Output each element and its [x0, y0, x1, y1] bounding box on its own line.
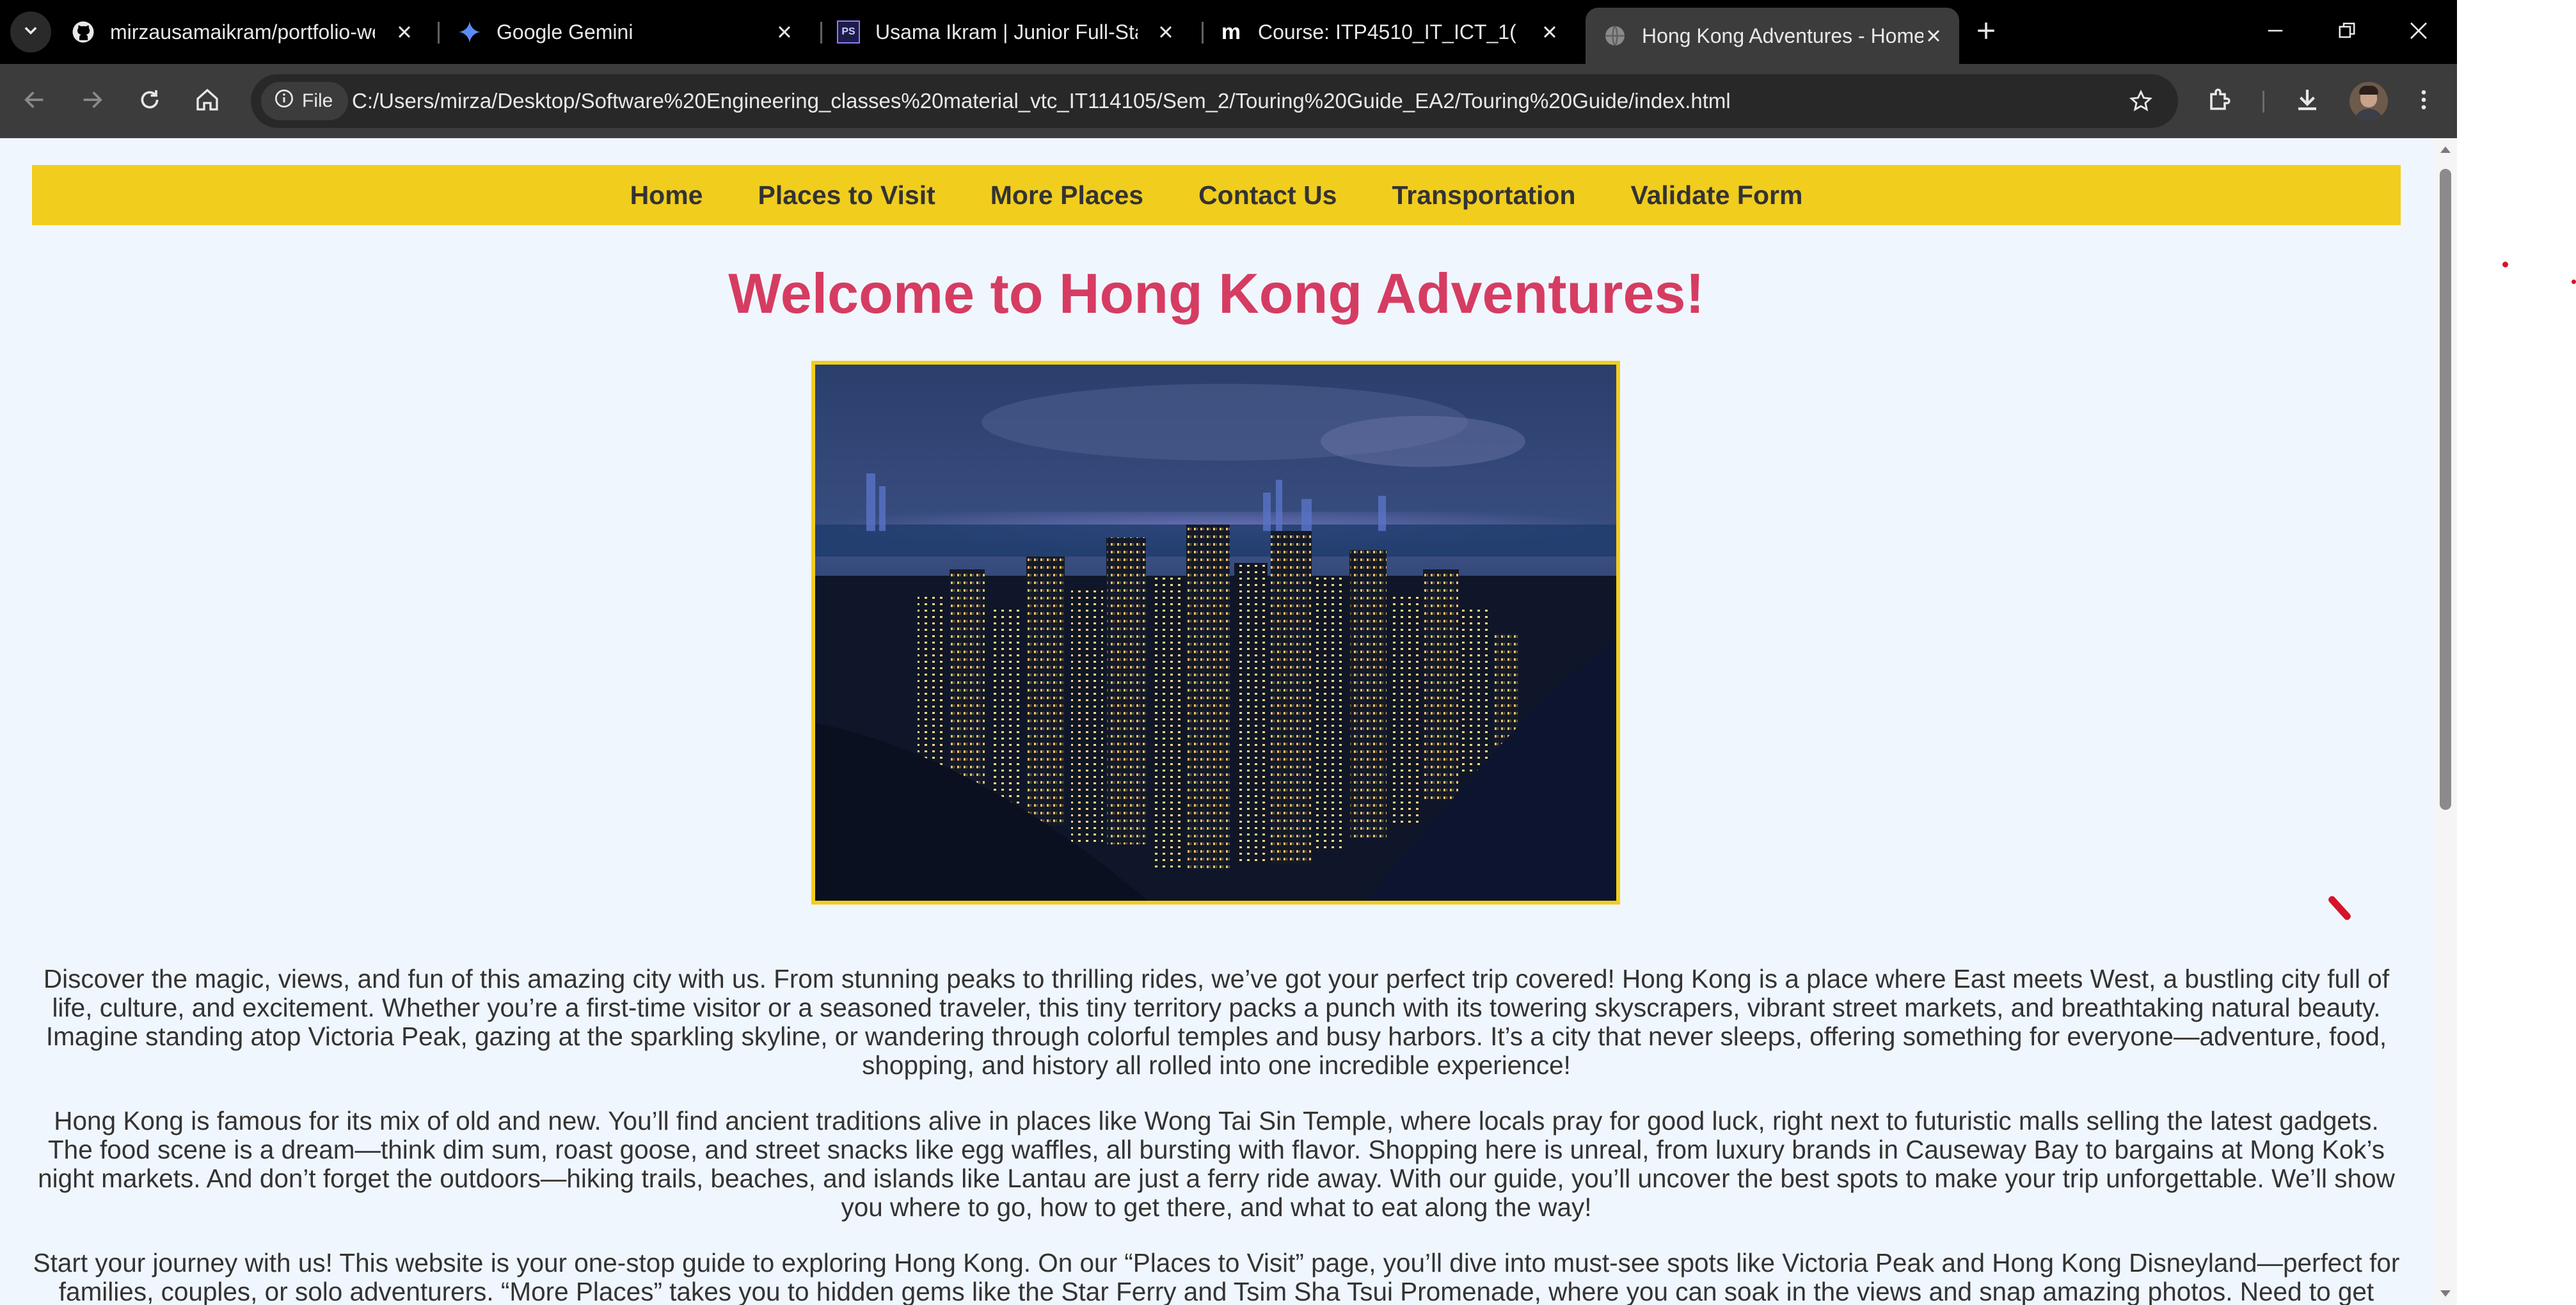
tab-title: mirzausamaikram/portfolio-wel — [110, 20, 375, 44]
close-icon[interactable] — [394, 22, 415, 42]
gemini-icon — [458, 20, 481, 44]
close-icon[interactable] — [1156, 22, 1176, 42]
github-icon — [72, 20, 95, 44]
close-icon[interactable] — [1539, 22, 1560, 42]
site-nav: Home Places to Visit More Places Contact… — [32, 165, 2401, 225]
tab-portfolio[interactable]: PS Usama Ikram | Junior Full-Stack — [837, 10, 1191, 54]
nav-more-places-link[interactable]: More Places — [990, 180, 1143, 210]
toolbar-divider — [2262, 91, 2264, 113]
red-dot — [2502, 262, 2508, 267]
hong-kong-skyline-image — [811, 361, 1620, 905]
scroll-down-icon[interactable] — [2439, 1287, 2452, 1300]
minimize-icon — [2266, 21, 2285, 44]
browser-toolbar: File C:/Users/mirza/Desktop/Software%20E… — [0, 64, 2457, 138]
tab-gemini[interactable]: Google Gemini — [458, 10, 810, 54]
page-viewport: Home Places to Visit More Places Contact… — [0, 138, 2434, 1305]
tab-title: Course: ITP4510_IT_ICT_1( Data — [1258, 20, 1520, 44]
scrollbar-thumb[interactable] — [2440, 169, 2451, 810]
bookmark-star-icon[interactable] — [2127, 87, 2155, 115]
more-vertical-icon — [2411, 87, 2437, 116]
info-icon — [274, 88, 294, 114]
browser-menu-button[interactable] — [2405, 82, 2443, 120]
plus-icon — [1975, 20, 1997, 45]
arrow-right-icon — [79, 87, 105, 116]
site-info-label: File — [302, 90, 333, 111]
extensions-button[interactable] — [2201, 82, 2239, 120]
scroll-up-icon[interactable] — [2439, 143, 2452, 156]
tab-github[interactable]: mirzausamaikram/portfolio-wel — [72, 10, 430, 54]
tab-title: Usama Ikram | Junior Full-Stack — [875, 20, 1138, 44]
page-scrollbar[interactable] — [2434, 138, 2457, 1305]
close-icon[interactable] — [774, 22, 795, 42]
restore-icon — [2337, 21, 2357, 44]
close-icon — [2408, 20, 2429, 44]
arrow-left-icon — [22, 87, 47, 116]
close-icon[interactable] — [1923, 26, 1944, 46]
desktop-background — [2457, 0, 2576, 1305]
restore-button[interactable] — [2330, 15, 2364, 49]
tab-divider — [820, 22, 822, 44]
back-button[interactable] — [15, 82, 54, 120]
downloads-button[interactable] — [2288, 82, 2326, 120]
tab-search-button[interactable] — [10, 12, 51, 52]
reload-button[interactable] — [131, 82, 169, 120]
nav-places-link[interactable]: Places to Visit — [758, 180, 935, 210]
minimize-button[interactable] — [2259, 15, 2292, 49]
profile-avatar[interactable] — [2349, 82, 2388, 120]
tab-title: Google Gemini — [497, 20, 633, 44]
nav-home-link[interactable]: Home — [630, 180, 703, 210]
reload-icon — [137, 87, 163, 116]
home-icon — [195, 87, 220, 116]
chevron-down-icon — [22, 22, 40, 43]
tab-divider — [438, 22, 440, 44]
close-window-button[interactable] — [2402, 15, 2435, 49]
tab-title: Hong Kong Adventures - Home — [1642, 24, 1923, 47]
ps-icon: PS — [837, 20, 860, 44]
new-tab-button[interactable] — [1971, 17, 2001, 47]
download-icon — [2294, 86, 2321, 116]
nav-contact-link[interactable]: Contact Us — [1198, 180, 1337, 210]
forward-button[interactable] — [73, 82, 111, 120]
page-title: Welcome to Hong Kong Adventures! — [728, 262, 1705, 325]
site-info-button[interactable]: File — [261, 82, 349, 120]
url-text[interactable]: C:/Users/mirza/Desktop/Software%20Engine… — [352, 74, 1731, 128]
intro-paragraph: Discover the magic, views, and fun of th… — [43, 964, 2390, 1080]
highlights-paragraph: Hong Kong is famous for its mix of old a… — [38, 1106, 2395, 1222]
globe-icon — [1603, 24, 1626, 47]
get-started-paragraph: Start your journey with us! This website… — [33, 1248, 2400, 1305]
home-button[interactable] — [188, 82, 227, 120]
tab-divider — [1202, 22, 1204, 44]
tab-hong-kong-adventures[interactable]: Hong Kong Adventures - Home — [1586, 8, 1959, 64]
tab-moodle[interactable]: m Course: ITP4510_IT_ICT_1( Data — [1220, 10, 1575, 54]
moodle-icon: m — [1221, 19, 1241, 44]
nav-validate-form-link[interactable]: Validate Form — [1631, 180, 1803, 210]
puzzle-icon — [2207, 86, 2234, 116]
tab-strip: mirzausamaikram/portfolio-wel Google Gem… — [0, 0, 2457, 64]
red-dot — [2572, 280, 2576, 284]
address-bar[interactable]: File C:/Users/mirza/Desktop/Software%20E… — [251, 74, 2178, 128]
red-cursor-mark — [2327, 894, 2352, 922]
nav-transportation-link[interactable]: Transportation — [1392, 180, 1576, 210]
